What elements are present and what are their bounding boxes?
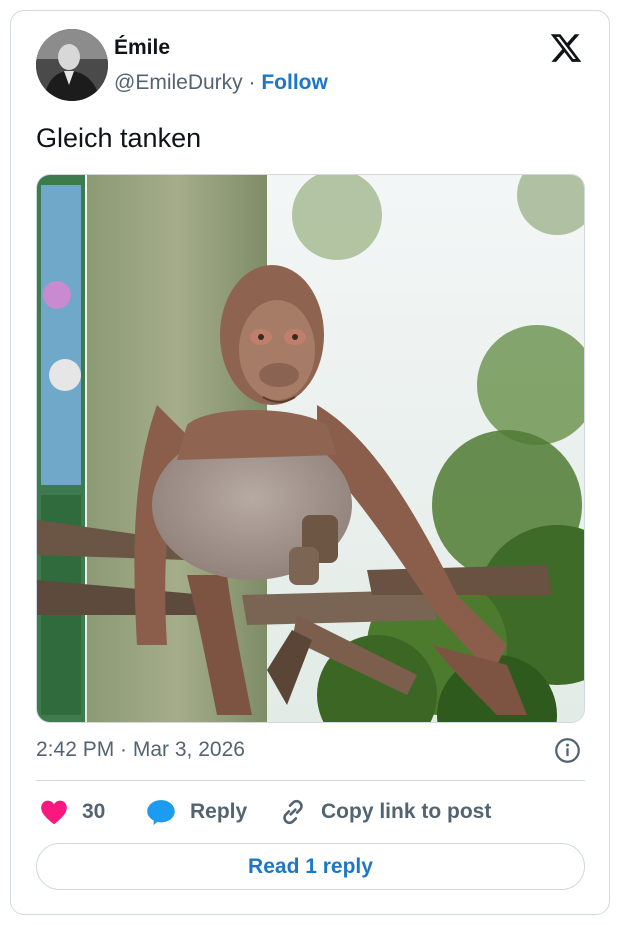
heart-icon — [41, 800, 67, 825]
tweet-photo[interactable] — [36, 174, 585, 723]
reply-bubble-icon — [147, 800, 175, 826]
avatar[interactable] — [36, 29, 108, 101]
orangutan-photo — [37, 175, 584, 722]
read-replies-button[interactable]: Read 1 reply — [36, 843, 585, 890]
follow-button[interactable]: Follow — [261, 71, 328, 94]
reply-label: Reply — [190, 800, 248, 823]
avatar-portrait — [36, 29, 108, 101]
x-logo-icon[interactable] — [549, 31, 583, 65]
like-count: 30 — [82, 800, 106, 823]
tweet-card: Émile @EmileDurky · Follow Gleich tanken — [10, 10, 610, 915]
reply-button[interactable]: Reply — [146, 795, 247, 829]
tweet-text: Gleich tanken — [36, 123, 202, 153]
tweet-timestamp[interactable]: 2:42 PM · Mar 3, 2026 — [36, 738, 245, 762]
like-button[interactable]: 30 — [40, 795, 105, 829]
copy-link-button[interactable]: Copy link to post — [279, 795, 491, 829]
handle-separator: · — [248, 71, 256, 94]
link-icon — [283, 799, 303, 825]
copy-link-label: Copy link to post — [321, 800, 492, 823]
divider — [36, 780, 585, 781]
info-icon[interactable] — [554, 737, 581, 764]
author-handle[interactable]: @EmileDurky — [114, 71, 243, 94]
author-display-name[interactable]: Émile — [114, 36, 170, 60]
author-handle-row: @EmileDurky · Follow — [114, 71, 328, 95]
action-bar: 30 Reply Copy link to post — [36, 795, 585, 829]
